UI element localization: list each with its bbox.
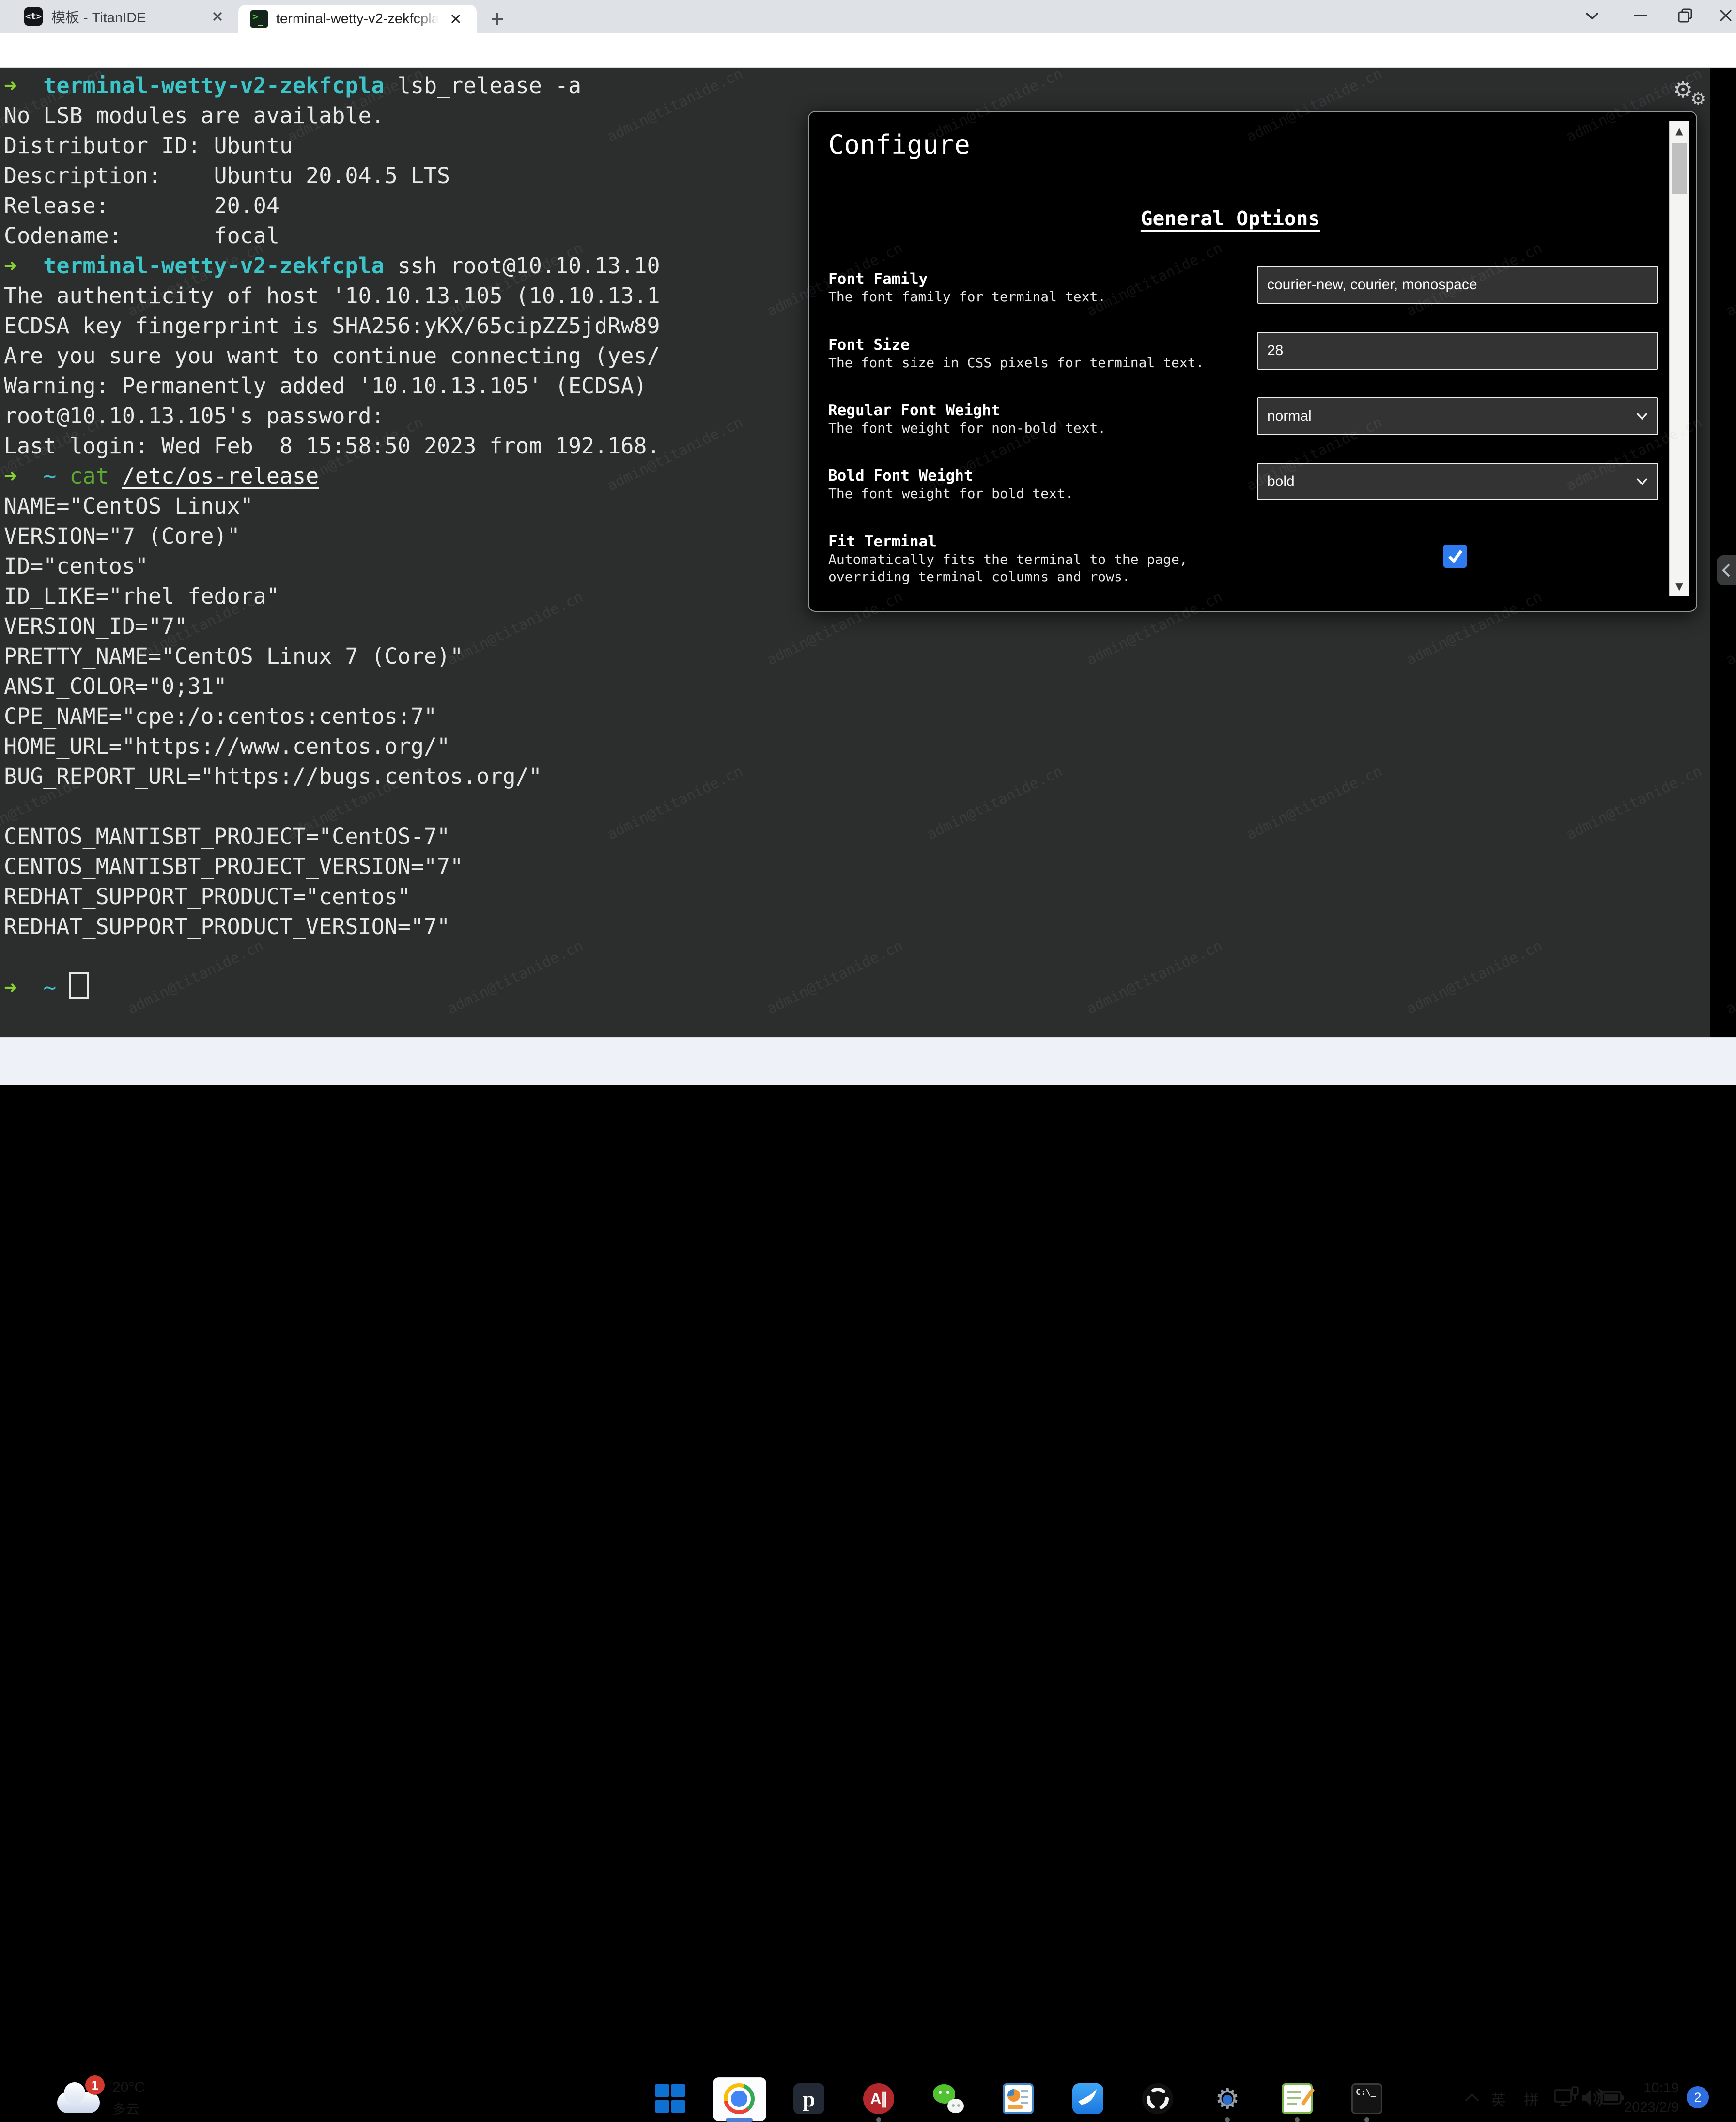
time: 10:19	[1603, 2078, 1679, 2098]
tab-titanide[interactable]: <t> 模板 - TitanIDE	[14, 0, 232, 33]
window-restore-button[interactable]	[1668, 0, 1702, 31]
selected-value: normal	[1267, 408, 1312, 424]
taskbar-clock[interactable]: 10:19 2023/2/9	[1603, 2078, 1679, 2117]
titanide-favicon: <t>	[24, 7, 43, 26]
dialog-title: Configure	[828, 129, 970, 160]
font-family-label: Font Family	[828, 270, 928, 288]
gear-icon: ⚙	[1690, 89, 1706, 109]
scroll-down-arrow-icon[interactable]: ▼	[1670, 577, 1689, 596]
collapse-panel-tab[interactable]	[1717, 555, 1736, 585]
taskbar-red-a-app-icon[interactable]: A∥	[863, 2083, 894, 2114]
chevron-down-icon	[1636, 478, 1648, 485]
bold-font-weight-desc: The font weight for bold text.	[828, 485, 1073, 501]
ime-english-indicator[interactable]: 英	[1491, 2088, 1506, 2110]
taskbar-wechat-icon[interactable]	[933, 2083, 964, 2114]
terminal-line	[4, 942, 1706, 972]
date: 2023/2/9	[1603, 2098, 1679, 2117]
fit-terminal-checkbox[interactable]	[1443, 545, 1467, 568]
terminal-line: REDHAT_SUPPORT_PRODUCT_VERSION="7"	[4, 912, 1706, 942]
font-family-input[interactable]	[1257, 266, 1658, 304]
terminal-cursor	[69, 972, 89, 999]
running-indicator-dot	[1225, 2117, 1230, 2122]
running-indicator-dot	[876, 2117, 881, 2122]
configure-dialog: Configure General Options Font Family Th…	[808, 111, 1697, 612]
browser-tab-strip: <t> 模板 - TitanIDE >_ terminal-wetty-v2-z…	[0, 0, 1736, 33]
tab-terminal-wetty-active[interactable]: >_ terminal-wetty-v2-zekfcpla - T	[238, 5, 477, 33]
scrollbar-thumb[interactable]	[1672, 143, 1687, 194]
dialog-scrollbar[interactable]: ▲ ▼	[1669, 121, 1690, 596]
regular-font-weight-desc: The font weight for non-bold text.	[828, 420, 1106, 436]
font-family-desc: The font family for terminal text.	[828, 289, 1106, 305]
taskbar-settings-gear-icon[interactable]: ⚙	[1212, 2083, 1243, 2114]
tray-expand-chevron-icon[interactable]	[1464, 2092, 1480, 2105]
windows-taskbar: 1 20°C 多云 p A∥ ⚙ C:\_ 英 拼 10:19 2023/2/9	[0, 1037, 1736, 1085]
taskbar-chart-app-icon[interactable]	[1003, 2083, 1034, 2114]
terminal-line: ANSI_COLOR="0;31"	[4, 671, 1706, 702]
taskbar-obs-icon[interactable]	[1142, 2083, 1173, 2114]
taskbar-terminal-icon[interactable]: C:\_	[1351, 2083, 1382, 2114]
wetty-terminal-favicon: >_	[250, 10, 268, 28]
taskbar-dingtalk-icon[interactable]	[1072, 2083, 1103, 2114]
tab-close-icon[interactable]	[209, 8, 226, 25]
running-indicator-dot	[1295, 2117, 1300, 2122]
fit-terminal-label: Fit Terminal	[828, 533, 937, 550]
weather-cloud-icon[interactable]	[57, 2092, 100, 2113]
terminal-line: CENTOS_MANTISBT_PROJECT="CentOS-7"	[4, 822, 1706, 852]
font-size-input[interactable]	[1257, 332, 1658, 370]
terminal-line: REDHAT_SUPPORT_PRODUCT="centos"	[4, 882, 1706, 912]
notification-count-badge[interactable]: 2	[1687, 2086, 1709, 2108]
bold-font-weight-label: Bold Font Weight	[828, 467, 973, 484]
tab-title: terminal-wetty-v2-zekfcpla - T	[276, 11, 439, 27]
tab-title: 模板 - TitanIDE	[51, 6, 146, 27]
weather-temperature[interactable]: 20°C	[112, 2079, 145, 2096]
fit-terminal-desc-line2: overriding terminal columns and rows.	[828, 569, 1131, 585]
terminal-line: ➜ terminal-wetty-v2-zekfcpla lsb_release…	[4, 71, 1706, 101]
terminal-line	[4, 792, 1706, 822]
chrome-active-indicator	[726, 2118, 753, 2122]
wetty-terminal-page: ➜ terminal-wetty-v2-zekfcpla lsb_release…	[0, 68, 1736, 1037]
dialog-section-heading: General Options	[809, 207, 1652, 230]
terminal-line: BUG_REPORT_URL="https://bugs.centos.org/…	[4, 762, 1706, 792]
tab-search-chevron-icon[interactable]	[1575, 0, 1609, 31]
terminal-line: PRETTY_NAME="CentOS Linux 7 (Core)"	[4, 641, 1706, 671]
terminal-line: CPE_NAME="cpe:/o:centos:centos:7"	[4, 702, 1706, 732]
terminal-line: HOME_URL="https://www.centos.org/"	[4, 732, 1706, 762]
chevron-down-icon	[1636, 412, 1648, 420]
browser-toolbar: try.titanide.cn/ide/web/coding/terminal-…	[0, 33, 1736, 68]
ime-pinyin-indicator[interactable]: 拼	[1524, 2088, 1539, 2110]
page-right-margin	[1710, 68, 1736, 1037]
weather-condition[interactable]: 多云	[112, 2099, 140, 2118]
terminal-line: VERSION_ID="7"	[4, 611, 1706, 641]
window-close-button[interactable]	[1709, 0, 1736, 31]
selected-value: bold	[1267, 473, 1295, 490]
regular-font-weight-label: Regular Font Weight	[828, 402, 1000, 419]
taskbar-p-app-icon[interactable]: p	[793, 2083, 824, 2114]
terminal-line: ➜ ~	[4, 972, 1706, 1002]
tab-close-icon[interactable]	[448, 11, 464, 27]
bold-font-weight-select[interactable]: bold	[1257, 463, 1658, 500]
weather-alert-badge: 1	[85, 2075, 105, 2095]
taskbar-notepad-icon[interactable]	[1282, 2083, 1313, 2114]
start-button[interactable]	[655, 2083, 687, 2115]
terminal-line: CENTOS_MANTISBT_PROJECT_VERSION="7"	[4, 852, 1706, 882]
network-display-icon[interactable]	[1554, 2086, 1579, 2112]
font-size-desc: The font size in CSS pixels for terminal…	[828, 355, 1204, 371]
window-minimize-button[interactable]	[1624, 0, 1658, 31]
taskbar-chrome-icon[interactable]	[724, 2083, 755, 2114]
running-indicator-dot	[1364, 2117, 1369, 2122]
regular-font-weight-select[interactable]: normal	[1257, 397, 1658, 435]
font-size-label: Font Size	[828, 336, 910, 354]
fit-terminal-desc-line1: Automatically fits the terminal to the p…	[828, 551, 1188, 567]
scroll-up-arrow-icon[interactable]: ▲	[1670, 121, 1689, 140]
checkmark-icon	[1445, 546, 1465, 566]
new-tab-button[interactable]	[485, 7, 510, 31]
